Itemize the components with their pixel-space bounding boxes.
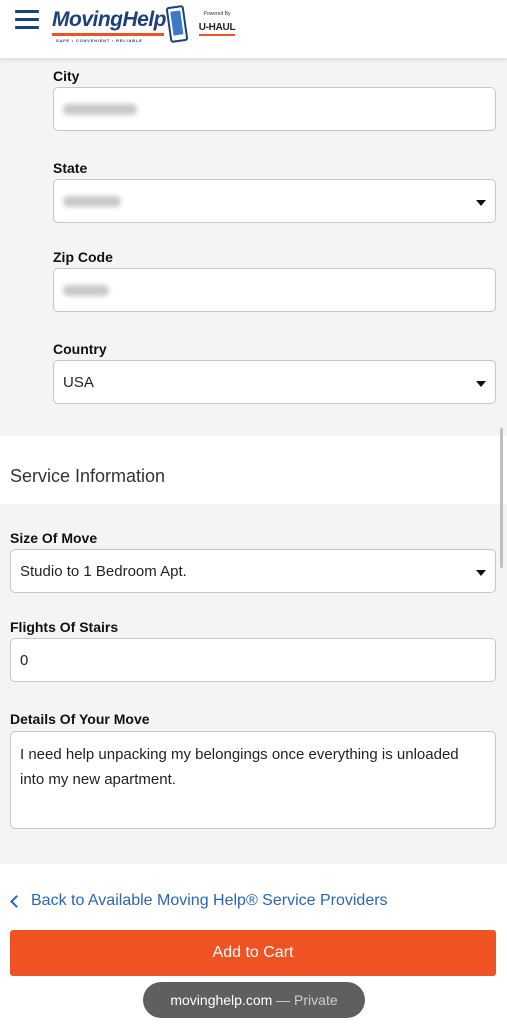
logo-text: MovingHelp xyxy=(52,8,167,31)
details-label: Details Of Your Move xyxy=(10,711,150,727)
city-label: City xyxy=(53,68,80,84)
redacted-value xyxy=(63,196,121,207)
size-of-move-select[interactable]: Studio to 1 Bedroom Apt. xyxy=(10,549,496,593)
size-of-move-value: Studio to 1 Bedroom Apt. xyxy=(20,563,187,580)
country-value: USA xyxy=(63,374,94,391)
size-of-move-label: Size Of Move xyxy=(10,530,98,546)
back-link-label: Back to Available Moving Help® Service P… xyxy=(31,892,388,909)
uhaul-logo: U-HAUL xyxy=(198,22,236,36)
chevron-down-icon xyxy=(476,570,486,576)
state-label: State xyxy=(53,160,88,176)
details-textarea[interactable]: I need help unpacking my belongings once… xyxy=(10,731,496,829)
country-label: Country xyxy=(53,341,107,357)
browser-url-pill[interactable]: movinghelp.com — Private xyxy=(143,982,365,1018)
chevron-left-icon xyxy=(10,894,23,908)
chevron-down-icon xyxy=(476,200,486,206)
city-input[interactable] xyxy=(53,87,496,131)
site-header: MovingHelp SAFE • CONVENIENT • RELIABLE … xyxy=(0,0,507,58)
movinghelp-logo[interactable]: MovingHelp SAFE • CONVENIENT • RELIABLE xyxy=(50,4,190,48)
private-mode-label: — Private xyxy=(276,992,338,1008)
add-to-cart-button[interactable]: Add to Cart xyxy=(10,930,496,976)
phone-icon xyxy=(165,4,189,44)
powered-by-label: Powered By xyxy=(203,11,231,17)
section-title: Service Information xyxy=(10,466,166,486)
scrollbar[interactable] xyxy=(500,428,503,568)
logo-underline xyxy=(52,33,164,36)
flights-of-stairs-value: 0 xyxy=(20,652,29,669)
country-select[interactable]: USA xyxy=(53,360,496,404)
menu-icon[interactable] xyxy=(15,10,39,30)
back-to-providers-link[interactable]: Back to Available Moving Help® Service P… xyxy=(10,892,388,910)
state-select[interactable] xyxy=(53,179,496,223)
chevron-down-icon xyxy=(476,381,486,387)
zip-input[interactable] xyxy=(53,268,496,312)
redacted-value xyxy=(63,104,137,115)
logo-tagline: SAFE • CONVENIENT • RELIABLE xyxy=(56,38,143,43)
zip-label: Zip Code xyxy=(53,249,113,265)
powered-by-uhaul: Powered By U-HAUL xyxy=(194,11,240,36)
url-domain: movinghelp.com xyxy=(170,992,273,1008)
flights-of-stairs-label: Flights Of Stairs xyxy=(10,619,119,635)
flights-of-stairs-input[interactable]: 0 xyxy=(10,638,496,682)
redacted-value xyxy=(63,285,109,296)
